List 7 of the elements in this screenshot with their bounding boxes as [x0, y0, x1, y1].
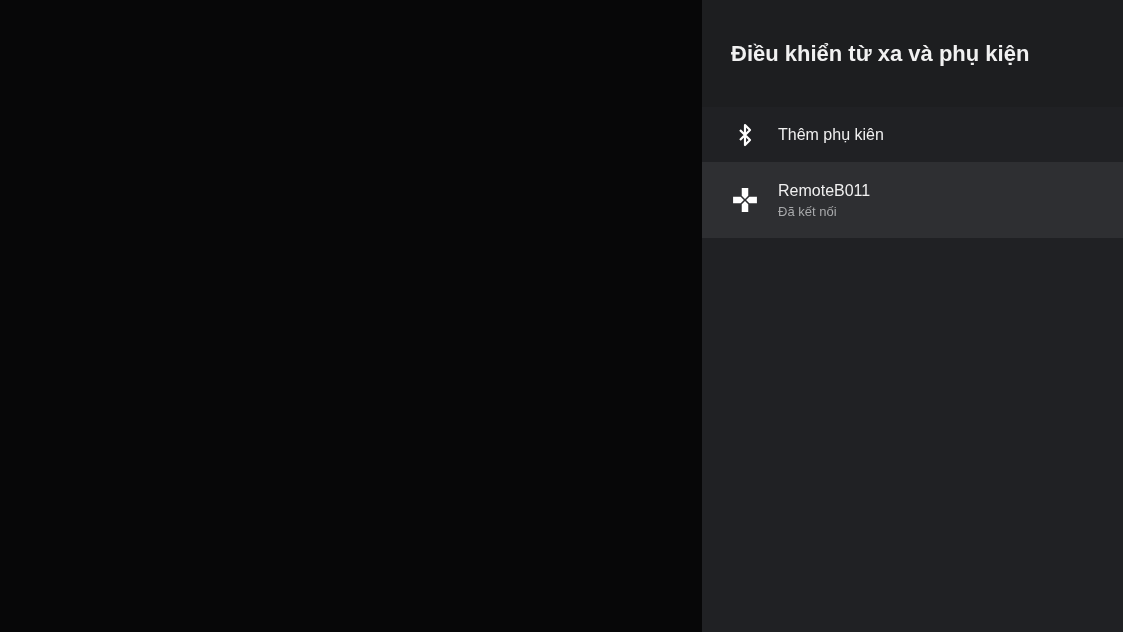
list-item[interactable]: RemoteB011 Đã kết nối	[702, 162, 1123, 238]
item-label: RemoteB011	[778, 181, 871, 200]
gamepad-icon	[732, 187, 758, 213]
item-status: Đã kết nối	[778, 203, 838, 219]
item-label: Thêm phụ kiên	[778, 125, 884, 144]
list-item[interactable]: Thêm phụ kiên	[702, 107, 1123, 162]
panel-title: Điều khiển từ xa và phụ kiện	[731, 40, 1030, 67]
